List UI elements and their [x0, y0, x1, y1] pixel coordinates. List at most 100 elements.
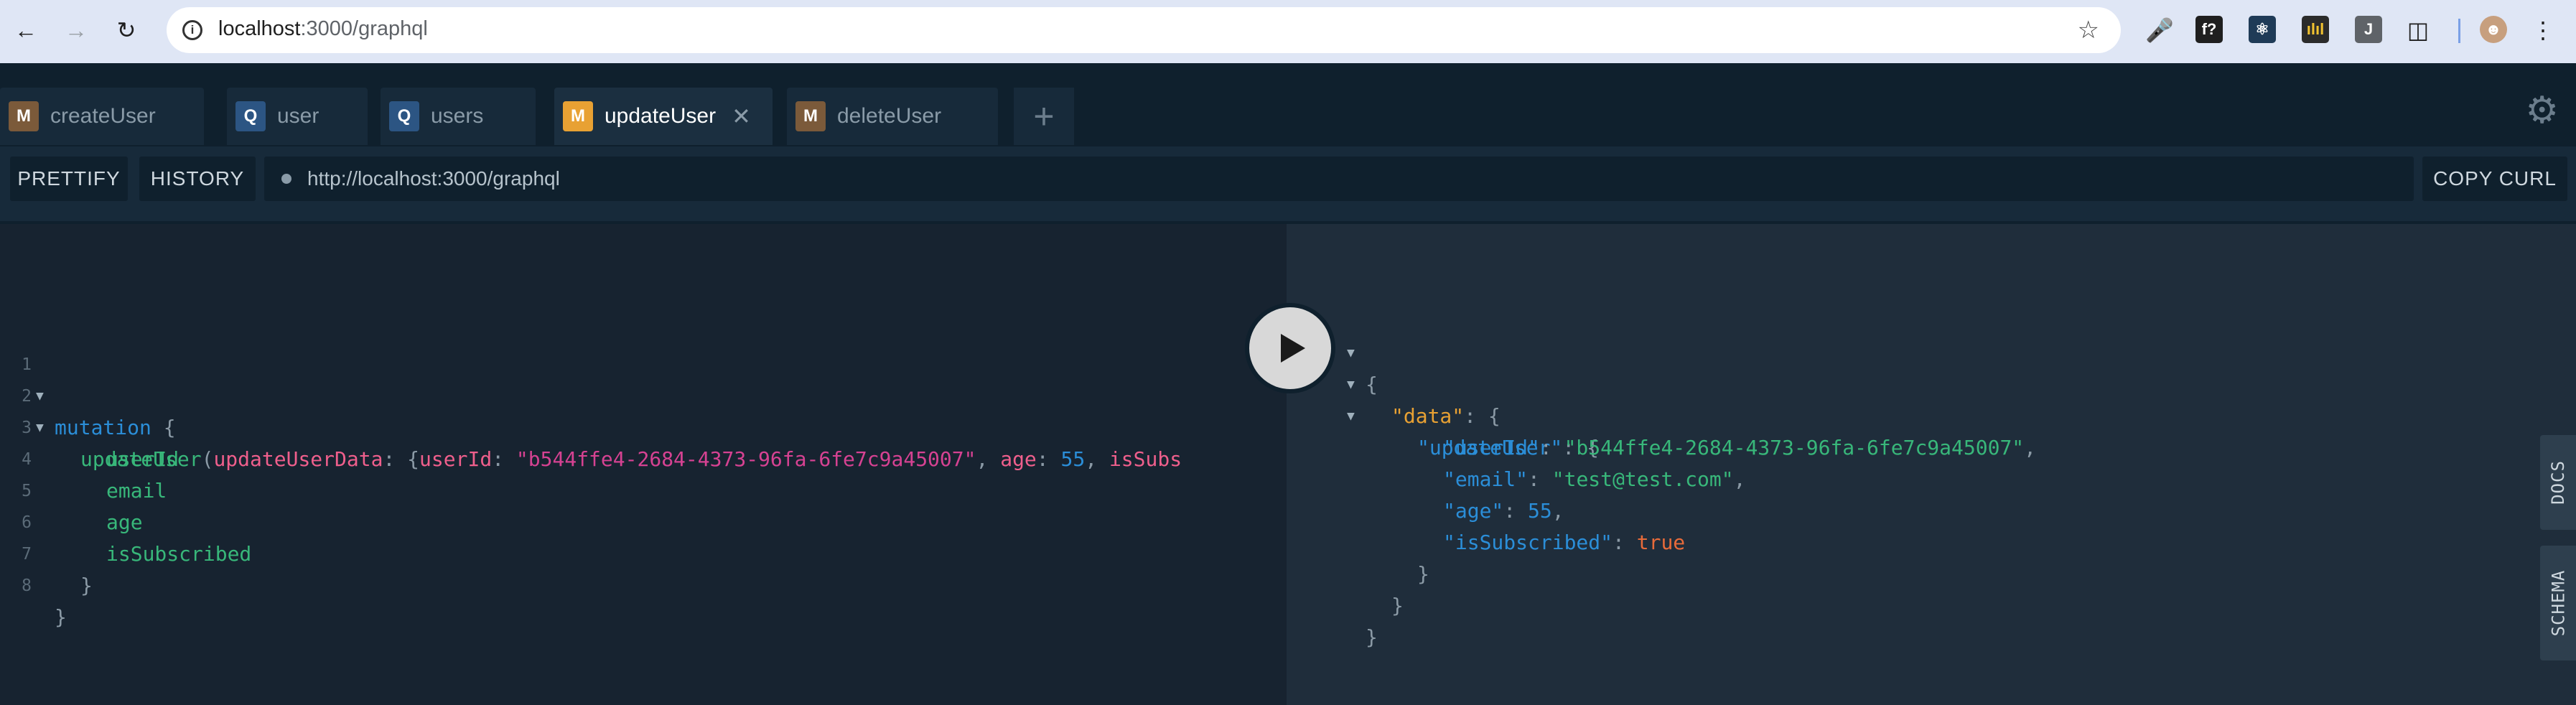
url-host: localhost [218, 17, 301, 40]
tab-deleteuser[interactable]: M deleteUser [787, 88, 998, 145]
selection-field: userId [106, 447, 179, 471]
tab-label: user [277, 104, 319, 128]
result-viewer: ▼ { ▼ "data": { ▼ "updateUser": { "userI… [1287, 224, 2576, 705]
close-tab-icon[interactable]: ✕ [732, 103, 751, 130]
execute-query-button[interactable] [1245, 303, 1335, 393]
line-number: 8 [22, 576, 32, 595]
query-editor[interactable]: 1 ▼ mutation { 2 ▼ updateUser(updateUser… [0, 224, 1287, 705]
editor-line: 2 ▼ updateUser(updateUserData: {userId: … [0, 349, 1287, 471]
chart-icon[interactable]: ılıl [2302, 16, 2329, 43]
comma: , [1551, 499, 1564, 523]
json-value: 55 [1528, 499, 1552, 523]
history-button[interactable]: HISTORY [139, 157, 256, 201]
bookmark-star-icon[interactable]: ☆ [2078, 16, 2099, 45]
json-key: "isSubscribed" [1443, 531, 1613, 554]
tab-updateuser[interactable]: M updateUser ✕ [554, 88, 773, 145]
editor-line: 4 email [0, 412, 167, 503]
docs-label: DOCS [2548, 460, 2569, 505]
endpoint-url: http://localhost:3000/graphql [307, 167, 560, 190]
arg-key: userId [419, 447, 493, 471]
status-dot-icon [281, 174, 291, 184]
comma: , [1085, 447, 1109, 471]
back-icon[interactable]: ← [10, 14, 42, 46]
json-value: "test@test.com" [1551, 467, 1734, 491]
graphql-playground: M createUser Q user Q users M updateUser… [0, 63, 2576, 705]
forward-icon[interactable]: → [60, 14, 92, 46]
react-icon[interactable]: ⚛ [2249, 16, 2276, 43]
tab-label: deleteUser [837, 104, 942, 128]
editor-line: 6 isSubscribed [0, 475, 251, 566]
result-line: "email": "test@test.com", [1287, 432, 1745, 491]
editor-toolbar: PRETTIFY HISTORY http://localhost:3000/g… [0, 146, 2576, 221]
site-info-icon[interactable]: i [182, 20, 202, 40]
result-line: "isSubscribed": true [1287, 495, 1685, 554]
json-key: "age" [1443, 499, 1504, 523]
editor-line: 5 age [0, 444, 142, 534]
reload-icon[interactable]: ↻ [111, 14, 142, 46]
toolbar-divider [2458, 19, 2460, 43]
prettify-button[interactable]: PRETTIFY [10, 157, 128, 201]
copy-curl-button[interactable]: COPY CURL [2422, 157, 2567, 201]
url-text[interactable]: localhost:3000/graphql [218, 17, 428, 41]
json-key: "email" [1443, 467, 1529, 491]
selection-field: age [106, 510, 143, 534]
editor-line: 1 ▼ mutation { [0, 317, 1287, 439]
brace: { [1366, 373, 1378, 396]
mutation-badge: M [9, 101, 39, 131]
brace: } [55, 605, 67, 629]
colon: : { [383, 447, 420, 471]
arg-value: 55 [1060, 447, 1086, 471]
colon: : [492, 447, 516, 471]
colon: : [1036, 447, 1061, 471]
colon: : [1528, 467, 1552, 491]
result-line: } [1287, 527, 1429, 586]
editor-line: 8 } [0, 538, 73, 629]
mutation-badge: M [795, 101, 826, 131]
comma: , [976, 447, 1001, 471]
selection-field: isSubscribed [106, 542, 252, 566]
result-line: } [1287, 559, 1404, 617]
brace: { [151, 416, 176, 439]
menu-icon[interactable]: ⋮ [2527, 14, 2559, 46]
editor-line: 7 } [0, 507, 93, 597]
query-badge: Q [235, 101, 266, 131]
tab-user[interactable]: Q user [227, 88, 368, 145]
result-line: "age": 55, [1287, 464, 1564, 523]
arg-value: "b544ffe4-2684-4373-96fa-6fe7c9a45007" [515, 447, 976, 471]
add-tab-icon[interactable]: + [1014, 88, 1074, 145]
mutation-badge: M [563, 101, 593, 131]
selection-field: email [106, 479, 167, 503]
f-icon[interactable]: f? [2195, 16, 2223, 43]
microphone-icon[interactable]: 🎤 [2144, 14, 2175, 46]
json-key: "data" [1391, 404, 1465, 428]
avatar[interactable]: ☻ [2480, 16, 2507, 43]
result-line: } [1287, 590, 1378, 649]
docs-tab[interactable]: DOCS [2540, 435, 2576, 530]
play-icon [1281, 334, 1305, 363]
brace: } [1391, 594, 1404, 617]
json-key: "userId" [1443, 436, 1540, 459]
url-path: :3000/graphql [300, 17, 428, 40]
j-icon[interactable]: J [2355, 16, 2382, 43]
tab-label: updateUser [605, 104, 717, 128]
colon: : [1539, 436, 1564, 459]
result-line: "userId": "b544ffe4-2684-4373-96fa-6fe7c… [1287, 401, 2036, 459]
tab-bar: M createUser Q user Q users M updateUser… [0, 63, 2576, 146]
tab-users[interactable]: Q users [381, 88, 536, 145]
endpoint-input[interactable]: http://localhost:3000/graphql [264, 157, 2414, 201]
tab-label: users [431, 104, 484, 128]
tab-createuser[interactable]: M createUser [0, 88, 204, 145]
address-bar[interactable]: i localhost:3000/graphql ☆ [167, 7, 2121, 53]
colon: : [1503, 499, 1529, 523]
arg-key: isSubs [1109, 447, 1182, 471]
paren: ( [201, 447, 214, 471]
browser-toolbar: ← → ↻ i localhost:3000/graphql ☆ 🎤 f? ⚛ … [0, 0, 2576, 63]
brace: } [1417, 562, 1429, 586]
brace: : { [1464, 404, 1501, 428]
arg-key: age [1000, 447, 1037, 471]
schema-tab[interactable]: SCHEMA [2540, 546, 2576, 660]
extensions-puzzle-icon[interactable]: ◫ [2402, 14, 2434, 46]
colon: : [1613, 531, 1637, 554]
tab-label: createUser [50, 104, 156, 128]
settings-gear-icon[interactable]: ⚙ [2525, 89, 2559, 132]
